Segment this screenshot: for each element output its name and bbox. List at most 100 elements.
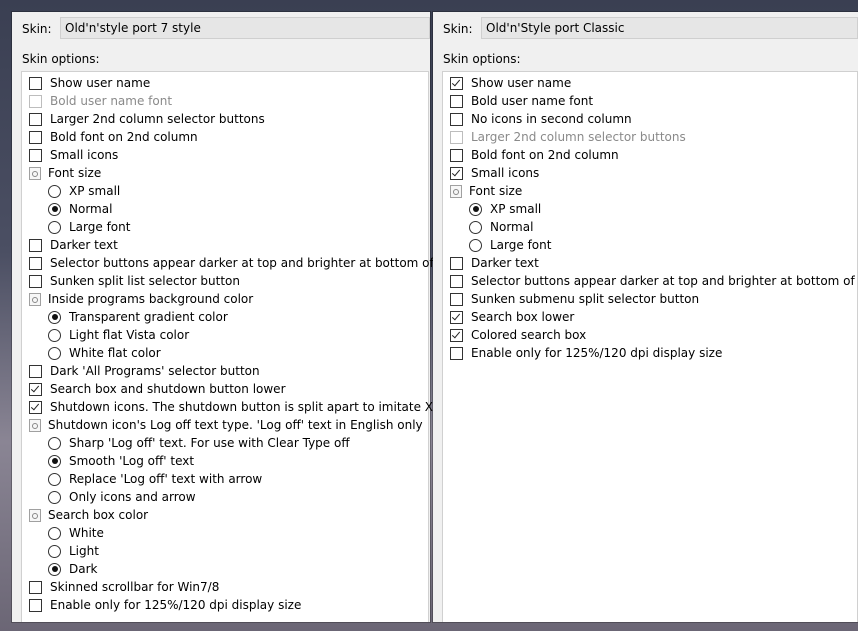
option-checkbox-row[interactable]: Shutdown icons. The shutdown button is s…	[22, 398, 469, 416]
option-radio-row[interactable]: XP small	[22, 182, 428, 200]
option-checkbox-row[interactable]: No icons in second column	[443, 110, 857, 128]
radio[interactable]	[48, 436, 61, 450]
checkbox	[450, 130, 463, 144]
option-checkbox-row[interactable]: Small icons	[443, 164, 857, 182]
skin-options-list[interactable]: Show user name Bold user name font No icon…	[442, 71, 858, 622]
option-radio-row[interactable]: Light flat Vista color	[22, 326, 428, 344]
checkbox[interactable]	[29, 130, 42, 144]
checkbox-checked[interactable]	[450, 328, 463, 342]
option-checkbox-row[interactable]: Enable only for 125%/120 dpi display siz…	[443, 344, 857, 362]
checkbox-checked[interactable]	[450, 76, 463, 90]
option-checkbox-row[interactable]: Search box lower	[443, 308, 857, 326]
checkbox[interactable]	[29, 76, 42, 90]
option-radio-row[interactable]: White flat color	[22, 344, 428, 362]
option-checkbox-row[interactable]: Show user name	[443, 74, 857, 92]
radio[interactable]	[48, 184, 61, 198]
radio-selected[interactable]	[48, 310, 61, 324]
radio[interactable]	[48, 328, 61, 342]
option-label: Bold user name font	[471, 94, 594, 108]
skin-options-list[interactable]: Show user name Bold user name font Larger …	[21, 71, 472, 622]
checkbox[interactable]	[29, 598, 42, 612]
option-label: Larger 2nd column selector buttons	[50, 112, 265, 126]
option-checkbox-row[interactable]: Enable only for 125%/120 dpi display siz…	[22, 596, 428, 614]
checkbox[interactable]	[29, 274, 42, 288]
option-radio-row[interactable]: Only icons and arrow	[22, 488, 428, 506]
option-checkbox-row[interactable]: Colored search box	[443, 326, 857, 344]
option-checkbox-row[interactable]: Selector buttons appear darker at top an…	[443, 272, 858, 290]
option-group-header: Font size	[443, 182, 857, 200]
radio-selected[interactable]	[48, 454, 61, 468]
option-radio-row[interactable]: XP small	[443, 200, 857, 218]
option-radio-row[interactable]: Transparent gradient color	[22, 308, 428, 326]
checkbox[interactable]	[29, 148, 42, 162]
option-radio-row[interactable]: White	[22, 524, 428, 542]
radio[interactable]	[48, 472, 61, 486]
option-radio-row[interactable]: Normal	[22, 200, 428, 218]
radio-selected[interactable]	[48, 202, 61, 216]
radio[interactable]	[48, 220, 61, 234]
option-label: Shutdown icons. The shutdown button is s…	[50, 400, 470, 414]
radio[interactable]	[48, 346, 61, 360]
option-radio-row[interactable]: Dark	[22, 560, 428, 578]
option-checkbox-row[interactable]: Search box and shutdown button lower	[22, 380, 428, 398]
checkbox[interactable]	[29, 112, 42, 126]
option-radio-row[interactable]: Light	[22, 542, 428, 560]
option-checkbox-row[interactable]: Skinned scrollbar for Win7/8	[22, 578, 428, 596]
option-label: No icons in second column	[471, 112, 632, 126]
option-checkbox-row[interactable]: Dark 'All Programs' selector button	[22, 362, 428, 380]
option-label: Larger 2nd column selector buttons	[471, 130, 686, 144]
option-label: Sharp 'Log off' text. For use with Clear…	[69, 436, 350, 450]
checkbox[interactable]	[450, 94, 463, 108]
option-radio-row[interactable]: Normal	[443, 218, 857, 236]
skin-select[interactable]: Old'n'Style port Classic	[481, 17, 858, 39]
radio[interactable]	[48, 490, 61, 504]
option-radio-row[interactable]: Smooth 'Log off' text	[22, 452, 428, 470]
option-checkbox-row[interactable]: Show user name	[22, 74, 428, 92]
radio[interactable]	[469, 238, 482, 252]
radio[interactable]	[469, 220, 482, 234]
option-checkbox-row[interactable]: Bold font on 2nd column	[22, 128, 428, 146]
option-label: Show user name	[471, 76, 572, 90]
settings-group-icon	[29, 292, 41, 306]
option-checkbox-row[interactable]: Sunken split list selector button	[22, 272, 428, 290]
checkbox[interactable]	[29, 580, 42, 594]
checkbox[interactable]	[29, 364, 42, 378]
checkbox[interactable]	[29, 256, 42, 270]
radio-selected[interactable]	[469, 202, 482, 216]
checkbox[interactable]	[450, 148, 463, 162]
checkbox-checked[interactable]	[29, 382, 42, 396]
radio-selected[interactable]	[48, 562, 61, 576]
option-checkbox-row[interactable]: Sunken submenu split selector button	[443, 290, 857, 308]
option-label: Darker text	[471, 256, 539, 270]
option-checkbox-row[interactable]: Bold font on 2nd column	[443, 146, 857, 164]
skin-options-label: Skin options:	[22, 52, 100, 66]
radio[interactable]	[48, 544, 61, 558]
settings-group-icon	[29, 418, 41, 432]
checkbox-checked[interactable]	[450, 310, 463, 324]
option-checkbox-row[interactable]: Darker text	[443, 254, 857, 272]
option-radio-row[interactable]: Replace 'Log off' text with arrow	[22, 470, 428, 488]
checkbox[interactable]	[450, 292, 463, 306]
skin-select[interactable]: Old'n'style port 7 style	[60, 17, 430, 39]
checkbox[interactable]	[450, 112, 463, 126]
checkbox[interactable]	[450, 274, 463, 288]
checkbox[interactable]	[450, 256, 463, 270]
option-checkbox-row[interactable]: Darker text	[22, 236, 428, 254]
option-label: XP small	[69, 184, 121, 198]
option-label: Font size	[48, 166, 102, 180]
option-radio-row[interactable]: Large font	[443, 236, 857, 254]
option-checkbox-row: Bold user name font	[22, 92, 428, 110]
checkbox[interactable]	[29, 238, 42, 252]
option-label: Smooth 'Log off' text	[69, 454, 195, 468]
checkbox-checked[interactable]	[29, 400, 42, 414]
checkbox	[29, 94, 42, 108]
option-checkbox-row[interactable]: Selector buttons appear darker at top an…	[22, 254, 472, 272]
option-radio-row[interactable]: Sharp 'Log off' text. For use with Clear…	[22, 434, 428, 452]
option-checkbox-row[interactable]: Bold user name font	[443, 92, 857, 110]
checkbox[interactable]	[450, 346, 463, 360]
option-checkbox-row[interactable]: Small icons	[22, 146, 428, 164]
radio[interactable]	[48, 526, 61, 540]
checkbox-checked[interactable]	[450, 166, 463, 180]
option-checkbox-row[interactable]: Larger 2nd column selector buttons	[22, 110, 428, 128]
option-radio-row[interactable]: Large font	[22, 218, 428, 236]
